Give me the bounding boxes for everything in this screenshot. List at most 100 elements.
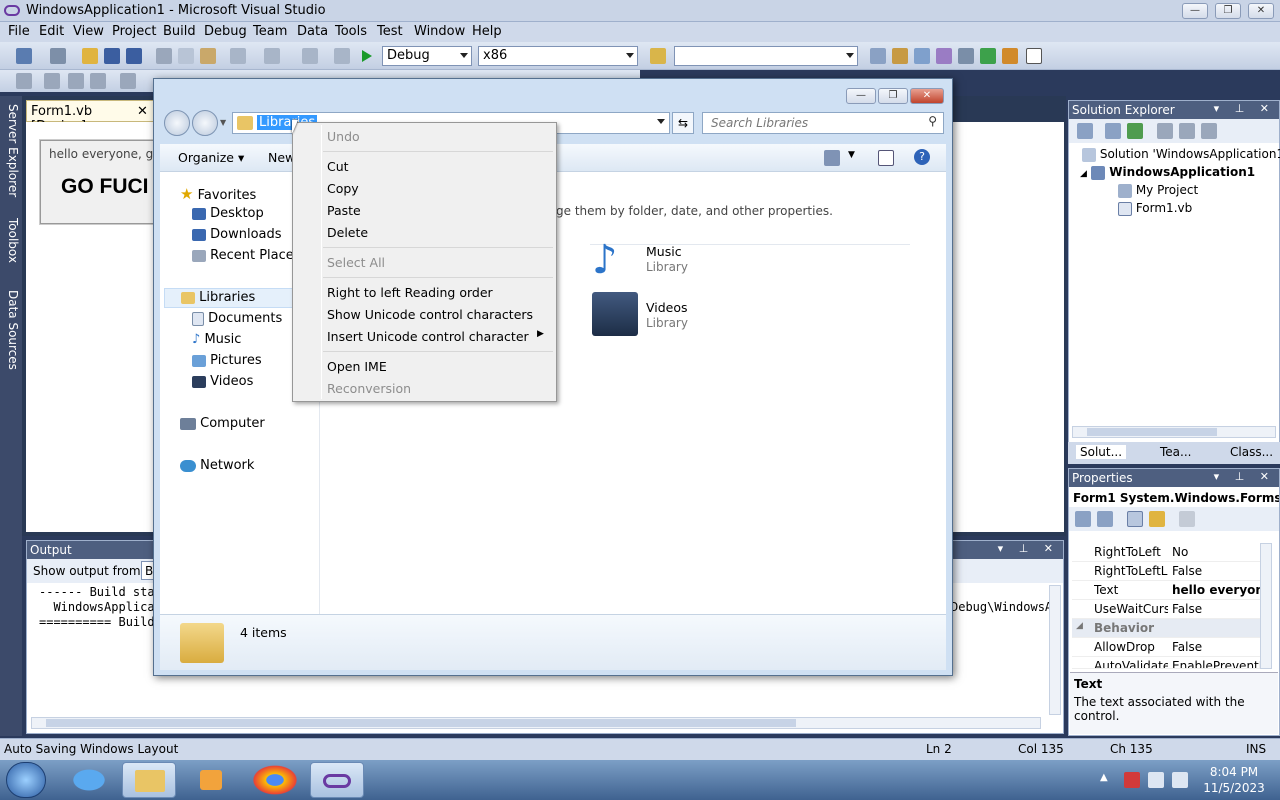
properties-vscrollbar[interactable]: [1260, 543, 1272, 669]
find-in-files-icon[interactable]: [650, 48, 666, 64]
chrome-icon[interactable]: [248, 762, 302, 798]
prop-row[interactable]: Text hello everyone,: [1072, 581, 1262, 600]
view-code-icon[interactable]: [1157, 123, 1173, 139]
prop-value[interactable]: False: [1172, 564, 1262, 578]
menu-debug[interactable]: Debug: [204, 24, 247, 39]
preview-pane-icon[interactable]: [878, 150, 894, 166]
start-button[interactable]: [6, 762, 46, 798]
start-debugging-icon[interactable]: [362, 50, 378, 62]
server-explorer-tab[interactable]: Server Explorer: [2, 104, 20, 197]
tab-solution[interactable]: Solut...: [1076, 445, 1127, 459]
platform-combo[interactable]: x86: [478, 46, 638, 66]
prop-category[interactable]: ◢ Behavior: [1072, 619, 1262, 638]
menu-build[interactable]: Build: [163, 24, 196, 39]
properties-icon[interactable]: [1077, 123, 1093, 139]
explorer-close-button[interactable]: ✕: [910, 88, 944, 104]
media-player-icon[interactable]: [184, 762, 238, 798]
minimize-button[interactable]: —: [1182, 3, 1208, 19]
properties-view-icon[interactable]: [1127, 511, 1143, 527]
extension-icon[interactable]: [1002, 48, 1018, 64]
tree-project[interactable]: ◢ WindowsApplication1: [1080, 165, 1255, 180]
menu-item-paste[interactable]: Paste: [327, 203, 361, 218]
nav-videos[interactable]: Videos: [192, 374, 253, 389]
redo-icon[interactable]: [264, 48, 280, 64]
videos-library-icon[interactable]: [592, 292, 638, 336]
toolbox-tab[interactable]: Toolbox: [2, 218, 20, 263]
explorer-minimize-button[interactable]: —: [846, 88, 876, 104]
organize-button[interactable]: Organize ▾: [178, 150, 244, 165]
prop-row[interactable]: AllowDrop False: [1072, 638, 1262, 657]
prop-row[interactable]: UseWaitCursc False: [1072, 600, 1262, 619]
network-icon[interactable]: [1148, 772, 1164, 788]
undo-icon[interactable]: [230, 48, 246, 64]
tree-form1[interactable]: Form1.vb: [1118, 201, 1192, 216]
paste-icon[interactable]: [200, 48, 216, 64]
panel-buttons[interactable]: ▾ ⊥ ✕: [998, 542, 1059, 555]
scroll-thumb[interactable]: [1087, 428, 1217, 436]
tree-my-project[interactable]: My Project: [1118, 183, 1198, 198]
forward-button[interactable]: [192, 110, 218, 136]
maximize-button[interactable]: ❐: [1215, 3, 1241, 19]
music-library-icon[interactable]: ♪: [592, 236, 640, 284]
prop-value[interactable]: EnablePreventFc: [1172, 659, 1262, 668]
find-combo[interactable]: [674, 46, 858, 66]
tab-team[interactable]: Tea...: [1160, 445, 1191, 459]
clock[interactable]: 8:04 PM 11/5/2023: [1200, 764, 1268, 796]
open-file-icon[interactable]: [82, 48, 98, 64]
nav-computer[interactable]: Computer: [180, 416, 265, 431]
nav-favorites[interactable]: ★ Favorites: [180, 185, 256, 203]
menu-item-reconversion[interactable]: Reconversion: [327, 381, 411, 396]
align-tops-icon[interactable]: [90, 73, 106, 89]
library-videos-name[interactable]: Videos: [646, 300, 688, 315]
cut-icon[interactable]: [156, 48, 172, 64]
menu-window[interactable]: Window: [414, 24, 465, 39]
menu-item-open-ime[interactable]: Open IME: [327, 359, 387, 374]
navigate-forward-icon[interactable]: [334, 48, 350, 64]
menu-item-cut[interactable]: Cut: [327, 159, 349, 174]
menu-file[interactable]: File: [8, 24, 30, 39]
nav-documents[interactable]: Documents: [192, 311, 282, 326]
nav-desktop[interactable]: Desktop: [192, 206, 264, 221]
align-centers-icon[interactable]: [44, 73, 60, 89]
form-label[interactable]: hello everyone, gue: [49, 147, 168, 161]
form-big-label[interactable]: GO FUCI: [61, 175, 149, 199]
tab-class[interactable]: Class...: [1230, 445, 1273, 459]
data-sources-tab[interactable]: Data Sources: [2, 290, 20, 370]
windows-explorer-icon[interactable]: [122, 762, 176, 798]
property-pages-icon[interactable]: [1179, 511, 1195, 527]
nav-downloads[interactable]: Downloads: [192, 227, 282, 242]
menu-data[interactable]: Data: [297, 24, 328, 39]
visual-studio-taskbar-icon[interactable]: [310, 762, 364, 798]
show-all-files-icon[interactable]: [1105, 123, 1121, 139]
navigate-back-icon[interactable]: [302, 48, 318, 64]
copy-icon[interactable]: [178, 48, 194, 64]
menu-item-rtl-reading[interactable]: Right to left Reading order: [327, 285, 493, 300]
close-tab-icon[interactable]: ✕: [137, 104, 148, 119]
collapse-icon[interactable]: ◢: [1076, 621, 1083, 631]
scroll-thumb[interactable]: [46, 719, 796, 727]
menu-view[interactable]: View: [73, 24, 104, 39]
properties-icon[interactable]: [892, 48, 908, 64]
nav-network[interactable]: Network: [180, 458, 254, 473]
align-rights-icon[interactable]: [68, 73, 84, 89]
start-page-icon[interactable]: [980, 48, 996, 64]
menu-edit[interactable]: Edit: [39, 24, 64, 39]
prop-value[interactable]: False: [1172, 602, 1262, 616]
align-lefts-icon[interactable]: [16, 73, 32, 89]
panel-buttons[interactable]: ▾ ⊥ ✕: [1214, 470, 1275, 483]
address-dropdown-icon[interactable]: [657, 119, 665, 128]
new-project-icon[interactable]: [16, 48, 32, 64]
tools-icon[interactable]: [958, 48, 974, 64]
menu-item-insert-unicode[interactable]: Insert Unicode control character: [327, 329, 529, 344]
menu-item-select-all[interactable]: Select All: [327, 255, 385, 270]
prop-value[interactable]: False: [1172, 640, 1262, 654]
nav-pictures[interactable]: Pictures: [192, 353, 262, 368]
menu-item-undo[interactable]: Undo: [327, 129, 360, 144]
nav-music[interactable]: ♪ Music: [192, 332, 241, 347]
add-item-icon[interactable]: [50, 48, 66, 64]
tree-solution[interactable]: Solution 'WindowsApplication1': [1082, 147, 1280, 162]
object-browser-icon[interactable]: [914, 48, 930, 64]
volume-icon[interactable]: [1172, 772, 1188, 788]
object-selector[interactable]: Form1 System.Windows.Forms.Fo: [1069, 487, 1279, 507]
menu-item-copy[interactable]: Copy: [327, 181, 359, 196]
